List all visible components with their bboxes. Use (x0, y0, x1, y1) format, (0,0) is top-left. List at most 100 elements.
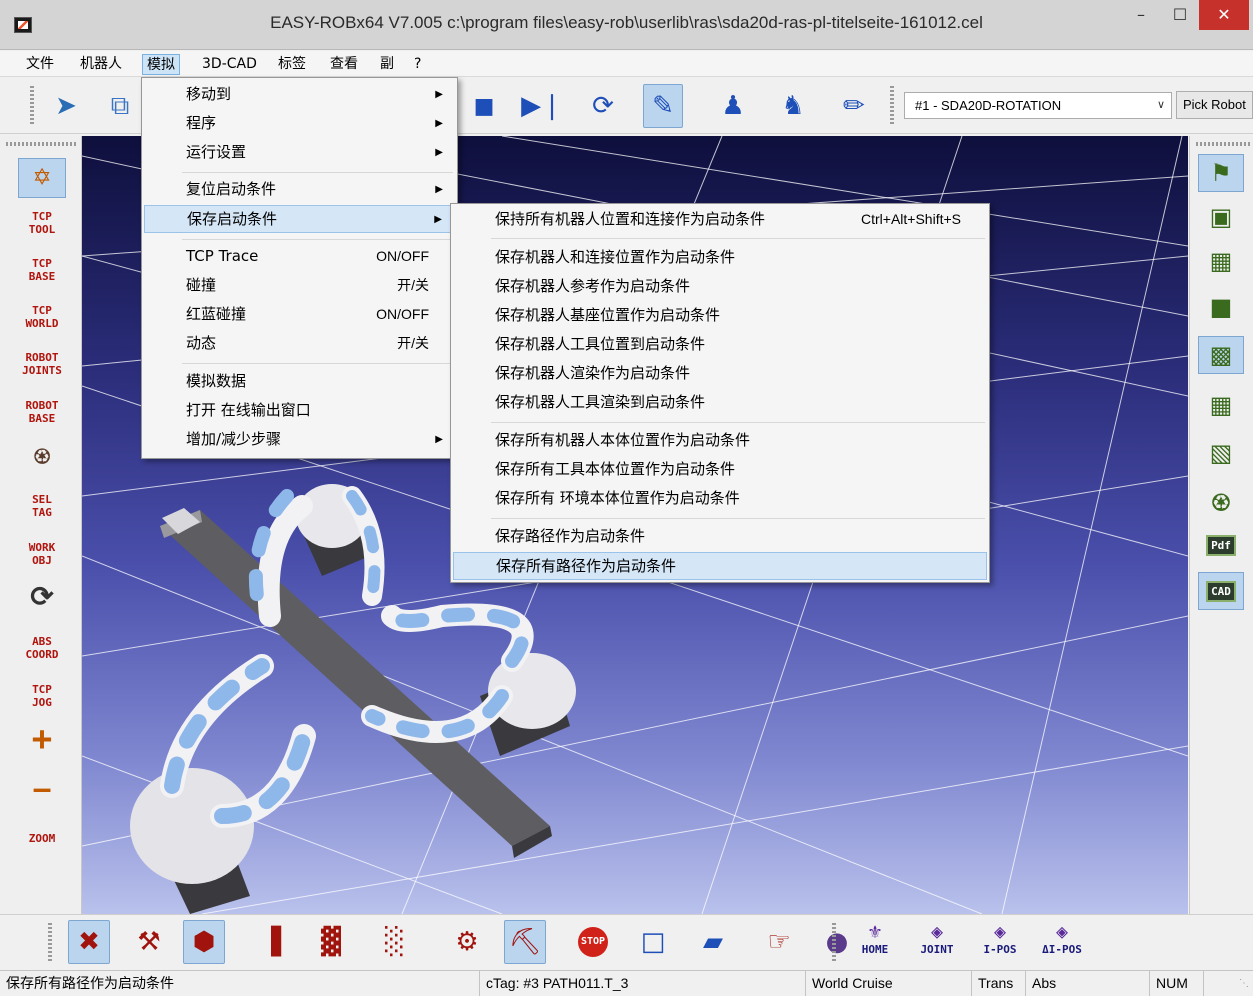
pdf-export-button[interactable]: Pdf (1198, 526, 1244, 564)
menu-simulation[interactable]: 模拟 (142, 54, 180, 75)
submenu-item-save-robot-ref[interactable]: 保存机器人参考作为启动条件 (453, 273, 987, 301)
menu-item-step-size[interactable]: 增加/减少步骤 ▶ (144, 426, 455, 454)
sync-icon[interactable]: ➤ (46, 84, 86, 128)
menu-item-reset-start[interactable]: 复位启动条件 ▶ (144, 176, 455, 204)
measure-icon[interactable]: ▐ (250, 920, 292, 964)
menu-item-dynamics[interactable]: 动态 开/关 (144, 330, 455, 358)
shaded-icon[interactable]: ▩ (1198, 336, 1244, 374)
plus-icon[interactable]: + (18, 722, 66, 756)
stop-sign-icon[interactable]: STOP (572, 920, 614, 964)
menu-view[interactable]: 查看 (326, 54, 362, 75)
bottom-toolbar-grip-2[interactable] (832, 923, 836, 963)
robot-base-button[interactable]: ROBOT BASE (18, 399, 66, 425)
cad-export-button[interactable]: CAD (1198, 572, 1244, 610)
tcp-base-button[interactable]: TCP BASE (18, 257, 66, 283)
menu-extra[interactable]: 副 (376, 54, 398, 75)
robot-arm-icon[interactable]: ✖ (68, 920, 110, 964)
sel-tag-button[interactable]: SEL TAG (18, 493, 66, 519)
stop-icon[interactable]: ■ (464, 84, 504, 128)
menu-item-save-start[interactable]: 保存启动条件 ▶ (144, 205, 455, 233)
menu-item-label: 增加/减少步骤 (186, 430, 282, 448)
clapper-icon[interactable]: ✎ (643, 84, 683, 128)
submenu-item-save-robot-tool[interactable]: 保存机器人工具位置到启动条件 (453, 331, 987, 359)
cube-icon[interactable]: ⧉ (100, 84, 140, 128)
home-button[interactable]: ⚜ HOME (850, 919, 900, 956)
tcp-tool-button[interactable]: TCP TOOL (18, 210, 66, 236)
delta-ipos-button[interactable]: ◈ ΔI-POS (1037, 919, 1087, 956)
menu-item-tcp-trace[interactable]: TCP Trace ON/OFF (144, 243, 455, 271)
tcp-jog-button[interactable]: TCP JOG (18, 683, 66, 709)
menu-file[interactable]: 文件 (22, 54, 58, 75)
menu-robot[interactable]: 机器人 (76, 54, 126, 75)
solid-icon[interactable]: ■ (1198, 288, 1244, 326)
menu-item-label: 运行设置 (186, 143, 247, 161)
robot-joints-button[interactable]: ROBOT JOINTS (18, 351, 66, 377)
measure-b-icon[interactable]: ▓ (310, 920, 352, 964)
menu-help[interactable]: ? (410, 54, 425, 75)
resize-grip-icon[interactable]: ⋱ (1204, 971, 1253, 996)
menu-3d-cad[interactable]: 3D-CAD (198, 54, 261, 75)
menu-item-online-output[interactable]: 打开 在线输出窗口 (144, 397, 455, 425)
step-forward-icon[interactable]: ▶❘ (521, 84, 563, 128)
menu-item-label: 模拟数据 (186, 372, 247, 390)
floor-grid-icon[interactable]: ▦ (1198, 386, 1244, 424)
submenu-item-save-all-robot-bodies[interactable]: 保存所有机器人本体位置作为启动条件 (453, 427, 987, 455)
menu-item-run-settings[interactable]: 运行设置 ▶ (144, 139, 455, 167)
toolbar-grip[interactable] (30, 86, 34, 126)
right-toolbar-grip[interactable] (1196, 142, 1250, 146)
menu-item-collision[interactable]: 碰撞 开/关 (144, 272, 455, 300)
parts-icon[interactable]: ♼ (18, 438, 66, 472)
work-obj-button[interactable]: WORK OBJ (18, 541, 66, 567)
close-button[interactable]: ✕ (1199, 0, 1249, 30)
measure-c-icon[interactable]: ░ (374, 920, 416, 964)
minus-icon[interactable]: — (18, 772, 66, 806)
submenu-item-save-all-tool-bodies[interactable]: 保存所有工具本体位置作为启动条件 (453, 456, 987, 484)
gripper-icon[interactable]: ⚒ (128, 920, 170, 964)
pick-robot-button[interactable]: Pick Robot (1176, 91, 1253, 119)
zoom-button[interactable]: ZOOM (18, 832, 66, 845)
move-axes-icon[interactable]: ✡ (18, 158, 66, 198)
chart-icon[interactable]: □ (632, 920, 674, 964)
left-toolbar-grip[interactable] (6, 142, 76, 146)
submenu-item-save-tool-render[interactable]: 保存机器人工具渲染到启动条件 (453, 389, 987, 417)
objects-icon[interactable]: ♼ (1198, 484, 1244, 522)
spotlight-icon[interactable]: ⚑ (1198, 154, 1244, 192)
tcp-world-button[interactable]: TCP WORLD (18, 304, 66, 330)
joint-button[interactable]: ◈ JOINT (912, 919, 962, 956)
rotate-view-icon[interactable]: ⟳ (18, 580, 66, 614)
toolbar-grip-2[interactable] (890, 86, 894, 126)
floor-grid-alt-icon[interactable]: ▧ (1198, 434, 1244, 472)
submenu-item-save-robot-render[interactable]: 保存机器人渲染作为启动条件 (453, 360, 987, 388)
home-icon: ⚜ (868, 919, 882, 943)
weight-icon[interactable]: ⚙ (446, 920, 488, 964)
submenu-item-save-robot-base[interactable]: 保存机器人基座位置作为启动条件 (453, 302, 987, 330)
workcell-icon[interactable]: ⬢ (183, 920, 225, 964)
drive-icon[interactable]: ▰ (692, 920, 734, 964)
submenu-item-save-robot-links[interactable]: 保存机器人和连接位置作为启动条件 (453, 244, 987, 272)
minimize-button[interactable]: – (1119, 0, 1163, 30)
loop-icon[interactable]: ⟳ (583, 84, 623, 128)
bottom-toolbar-grip[interactable] (48, 923, 52, 963)
abs-coord-button[interactable]: ABS COORD (18, 635, 66, 661)
maximize-button[interactable]: ☐ (1158, 0, 1202, 30)
submenu-item-save-all-paths[interactable]: 保存所有路径作为启动条件 (453, 552, 987, 580)
robot-select[interactable]: #1 - SDA20D-ROTATION ∨ (904, 92, 1172, 119)
tools-icon[interactable]: ⛏ (504, 920, 546, 964)
menu-item-red-blue-collision[interactable]: 红蓝碰撞 ON/OFF (144, 301, 455, 329)
menu-tag[interactable]: 标签 (274, 54, 310, 75)
pointer-icon[interactable]: ☞ (758, 920, 800, 964)
menu-item-label: 打开 在线输出窗口 (186, 401, 311, 419)
wireframe-icon[interactable]: ▦ (1198, 242, 1244, 280)
menu-item-move-to[interactable]: 移动到 ▶ (144, 81, 455, 109)
submenu-item-save-all-env-bodies[interactable]: 保存所有 环境本体位置作为启动条件 (453, 485, 987, 513)
submenu-item-save-all-robots-links[interactable]: 保持所有机器人位置和连接作为启动条件 Ctrl+Alt+Shift+S (453, 206, 987, 234)
pen-icon[interactable]: ✏ (834, 84, 874, 128)
submenu-item-save-path[interactable]: 保存路径作为启动条件 (453, 523, 987, 551)
menu-item-sim-data[interactable]: 模拟数据 (144, 368, 455, 396)
ipos-button[interactable]: ◈ I-POS (975, 919, 1025, 956)
joint-icon: ◈ (930, 919, 944, 943)
walker-icon[interactable]: ♟ (713, 84, 753, 128)
frame-icon[interactable]: ▣ (1198, 198, 1244, 236)
menu-item-program[interactable]: 程序 ▶ (144, 110, 455, 138)
runner-icon[interactable]: ♞ (773, 84, 813, 128)
